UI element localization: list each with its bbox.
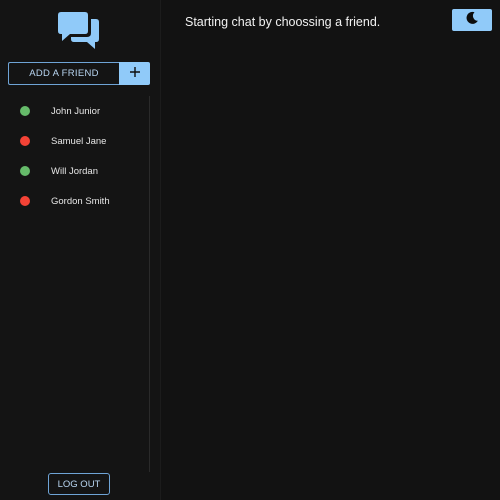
friend-item-gordon-smith[interactable]: Gordon Smith [0, 186, 149, 216]
add-friend-control: ADD A FRIEND [8, 62, 150, 85]
empty-chat-prompt: Starting chat by choossing a friend. [185, 15, 381, 29]
friend-item-samuel-jane[interactable]: Samuel Jane [0, 126, 149, 156]
friend-item-will-jordan[interactable]: Will Jordan [0, 156, 149, 186]
logout-button[interactable]: LOG OUT [48, 473, 110, 495]
status-offline-indicator [20, 196, 30, 206]
add-friend-button[interactable]: ADD A FRIEND [8, 62, 119, 85]
status-online-indicator [20, 166, 30, 176]
chat-panel: Starting chat by choossing a friend. [161, 0, 500, 500]
friend-item-john-junior[interactable]: John Junior [0, 96, 149, 126]
friend-list: John Junior Samuel Jane Will Jordan Gord… [0, 96, 150, 472]
sidebar: ADD A FRIEND John Junior Samuel Jane Wil… [0, 0, 161, 500]
moon-icon [465, 11, 479, 30]
friend-name: Samuel Jane [51, 135, 107, 147]
friend-name: Will Jordan [51, 165, 98, 177]
theme-toggle-button[interactable] [452, 9, 492, 31]
chat-bubbles-icon [58, 10, 100, 50]
plus-icon [129, 65, 141, 83]
friend-name: Gordon Smith [51, 195, 110, 207]
status-online-indicator [20, 106, 30, 116]
chat-app: ADD A FRIEND John Junior Samuel Jane Wil… [0, 0, 500, 500]
add-friend-plus-button[interactable] [119, 62, 150, 85]
friend-name: John Junior [51, 105, 101, 117]
status-offline-indicator [20, 136, 30, 146]
